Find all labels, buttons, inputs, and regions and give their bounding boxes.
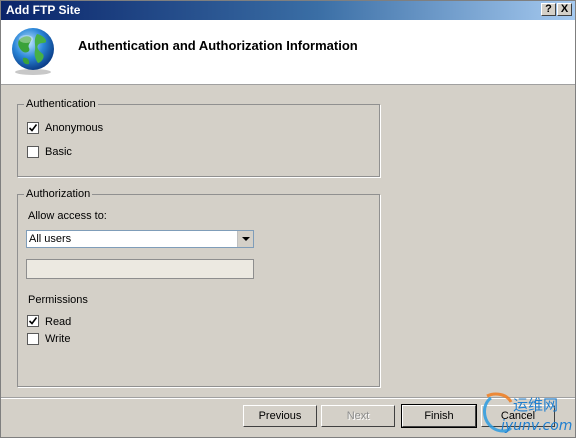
watermark-url: iyunv.com <box>501 418 572 434</box>
page-title: Authentication and Authorization Informa… <box>78 38 358 53</box>
authorization-legend: Authorization <box>26 188 91 200</box>
window-title: Add FTP Site <box>6 3 81 17</box>
check-icon <box>28 124 38 132</box>
permissions-label: Permissions <box>28 294 88 306</box>
check-icon <box>28 317 38 325</box>
finish-button[interactable]: Finish <box>401 404 477 428</box>
help-button[interactable]: ? <box>541 3 556 16</box>
read-checkbox[interactable] <box>27 315 39 327</box>
basic-checkbox[interactable] <box>27 146 39 158</box>
write-checkbox[interactable] <box>27 333 39 345</box>
next-button[interactable]: Next <box>321 405 395 427</box>
close-button[interactable]: X <box>557 3 572 16</box>
allow-access-label: Allow access to: <box>28 210 107 222</box>
previous-button[interactable]: Previous <box>243 405 317 427</box>
write-label: Write <box>45 333 71 345</box>
watermark-text: 运维网 <box>513 396 558 414</box>
add-ftp-site-dialog: Add FTP Site ? X Authentication and Auth… <box>0 0 576 438</box>
authentication-legend: Authentication <box>26 98 96 110</box>
allow-access-dropdown[interactable]: All users <box>26 230 254 248</box>
authentication-group: Authentication <box>17 98 380 177</box>
globe-icon <box>12 28 54 75</box>
basic-label: Basic <box>45 146 72 158</box>
title-bar: Add FTP Site ? X <box>1 1 575 20</box>
anonymous-label: Anonymous <box>45 122 104 134</box>
anonymous-checkbox[interactable] <box>27 122 39 134</box>
read-label: Read <box>45 316 72 328</box>
wizard-header: Authentication and Authorization Informa… <box>1 20 575 85</box>
chevron-down-icon <box>242 237 250 241</box>
allow-access-value: All users <box>29 233 72 245</box>
dropdown-arrow-button[interactable] <box>237 231 253 247</box>
users-roles-field[interactable] <box>26 259 254 279</box>
watermark-logo: 运维网 iyunv.com <box>483 392 572 434</box>
